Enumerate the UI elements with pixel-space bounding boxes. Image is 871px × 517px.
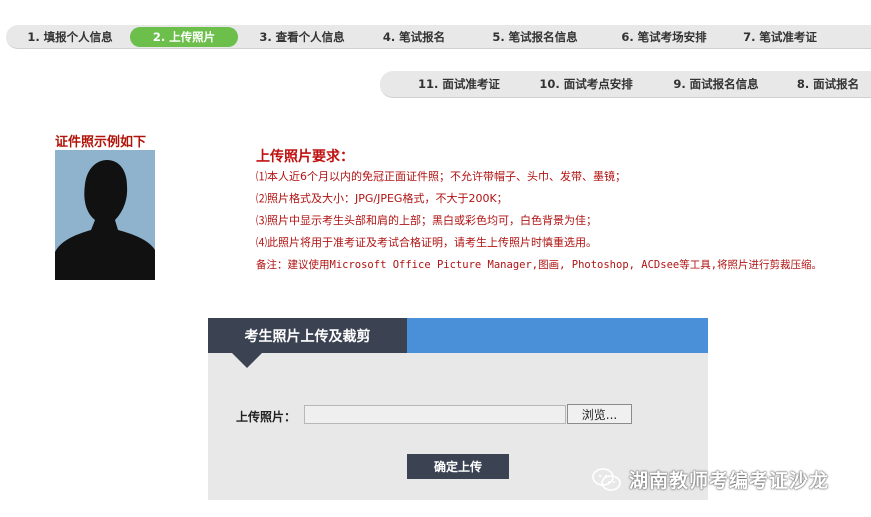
wechat-icon bbox=[592, 467, 621, 491]
silhouette-icon bbox=[55, 150, 155, 280]
step-6-written-venue[interactable]: 6. 笔试考场安排 bbox=[604, 25, 724, 48]
panel-header: 考生照片上传及裁剪 bbox=[208, 318, 708, 353]
requirement-line-3: ⑶照片中显示考生头部和肩的上部；黑白或彩色均可，白色背景为佳； bbox=[256, 214, 597, 227]
watermark-text: 湖南教师考编考证沙龙 bbox=[629, 470, 830, 492]
step-11-interview-ticket[interactable]: 11. 面试准考证 bbox=[410, 71, 508, 97]
sample-id-photo bbox=[55, 150, 155, 280]
step-1-fill-info[interactable]: 1. 填报个人信息 bbox=[12, 25, 128, 48]
sample-photo-title: 证件照示例如下 bbox=[55, 135, 147, 150]
requirement-line-2: ⑵照片格式及大小：JPG/JPEG格式，不大于200K； bbox=[256, 192, 508, 205]
requirement-line-4: ⑷此照片将用于准考证及考试合格证明，请考生上传照片时慎重选用。 bbox=[256, 236, 597, 249]
step-7-written-ticket[interactable]: 7. 笔试准考证 bbox=[730, 25, 830, 48]
watermark: 湖南教师考编考证沙龙 bbox=[592, 466, 829, 493]
step-8-interview-signup[interactable]: 8. 面试报名 bbox=[788, 71, 868, 97]
browse-button[interactable]: 浏览... bbox=[567, 404, 632, 424]
upload-photo-label: 上传照片： bbox=[236, 410, 297, 424]
panel-notch bbox=[232, 353, 262, 368]
file-path-input[interactable] bbox=[304, 405, 566, 424]
step-2-upload-photo[interactable]: 2. 上传照片 bbox=[130, 27, 238, 47]
step-nav-top: 1. 填报个人信息 2. 上传照片 3. 查看个人信息 4. 笔试报名 5. 笔… bbox=[6, 25, 871, 49]
step-9-interview-info[interactable]: 9. 面试报名信息 bbox=[662, 71, 770, 97]
step-nav-bottom: 11. 面试准考证 10. 面试考点安排 9. 面试报名信息 8. 面试报名 bbox=[380, 71, 871, 98]
step-10-interview-venue[interactable]: 10. 面试考点安排 bbox=[530, 71, 642, 97]
requirements-note: 备注：建议使用Microsoft Office Picture Manager,… bbox=[256, 259, 823, 271]
requirement-line-1: ⑴本人近6个月以内的免冠正面证件照；不允许带帽子、头巾、发带、墨镜； bbox=[256, 170, 626, 183]
step-5-written-info[interactable]: 5. 笔试报名信息 bbox=[476, 25, 594, 48]
requirements-title: 上传照片要求： bbox=[256, 149, 354, 165]
step-3-view-info[interactable]: 3. 查看个人信息 bbox=[244, 25, 360, 48]
confirm-upload-button[interactable]: 确定上传 bbox=[407, 454, 509, 479]
step-4-written-signup[interactable]: 4. 笔试报名 bbox=[370, 25, 458, 48]
panel-title: 考生照片上传及裁剪 bbox=[208, 318, 407, 353]
